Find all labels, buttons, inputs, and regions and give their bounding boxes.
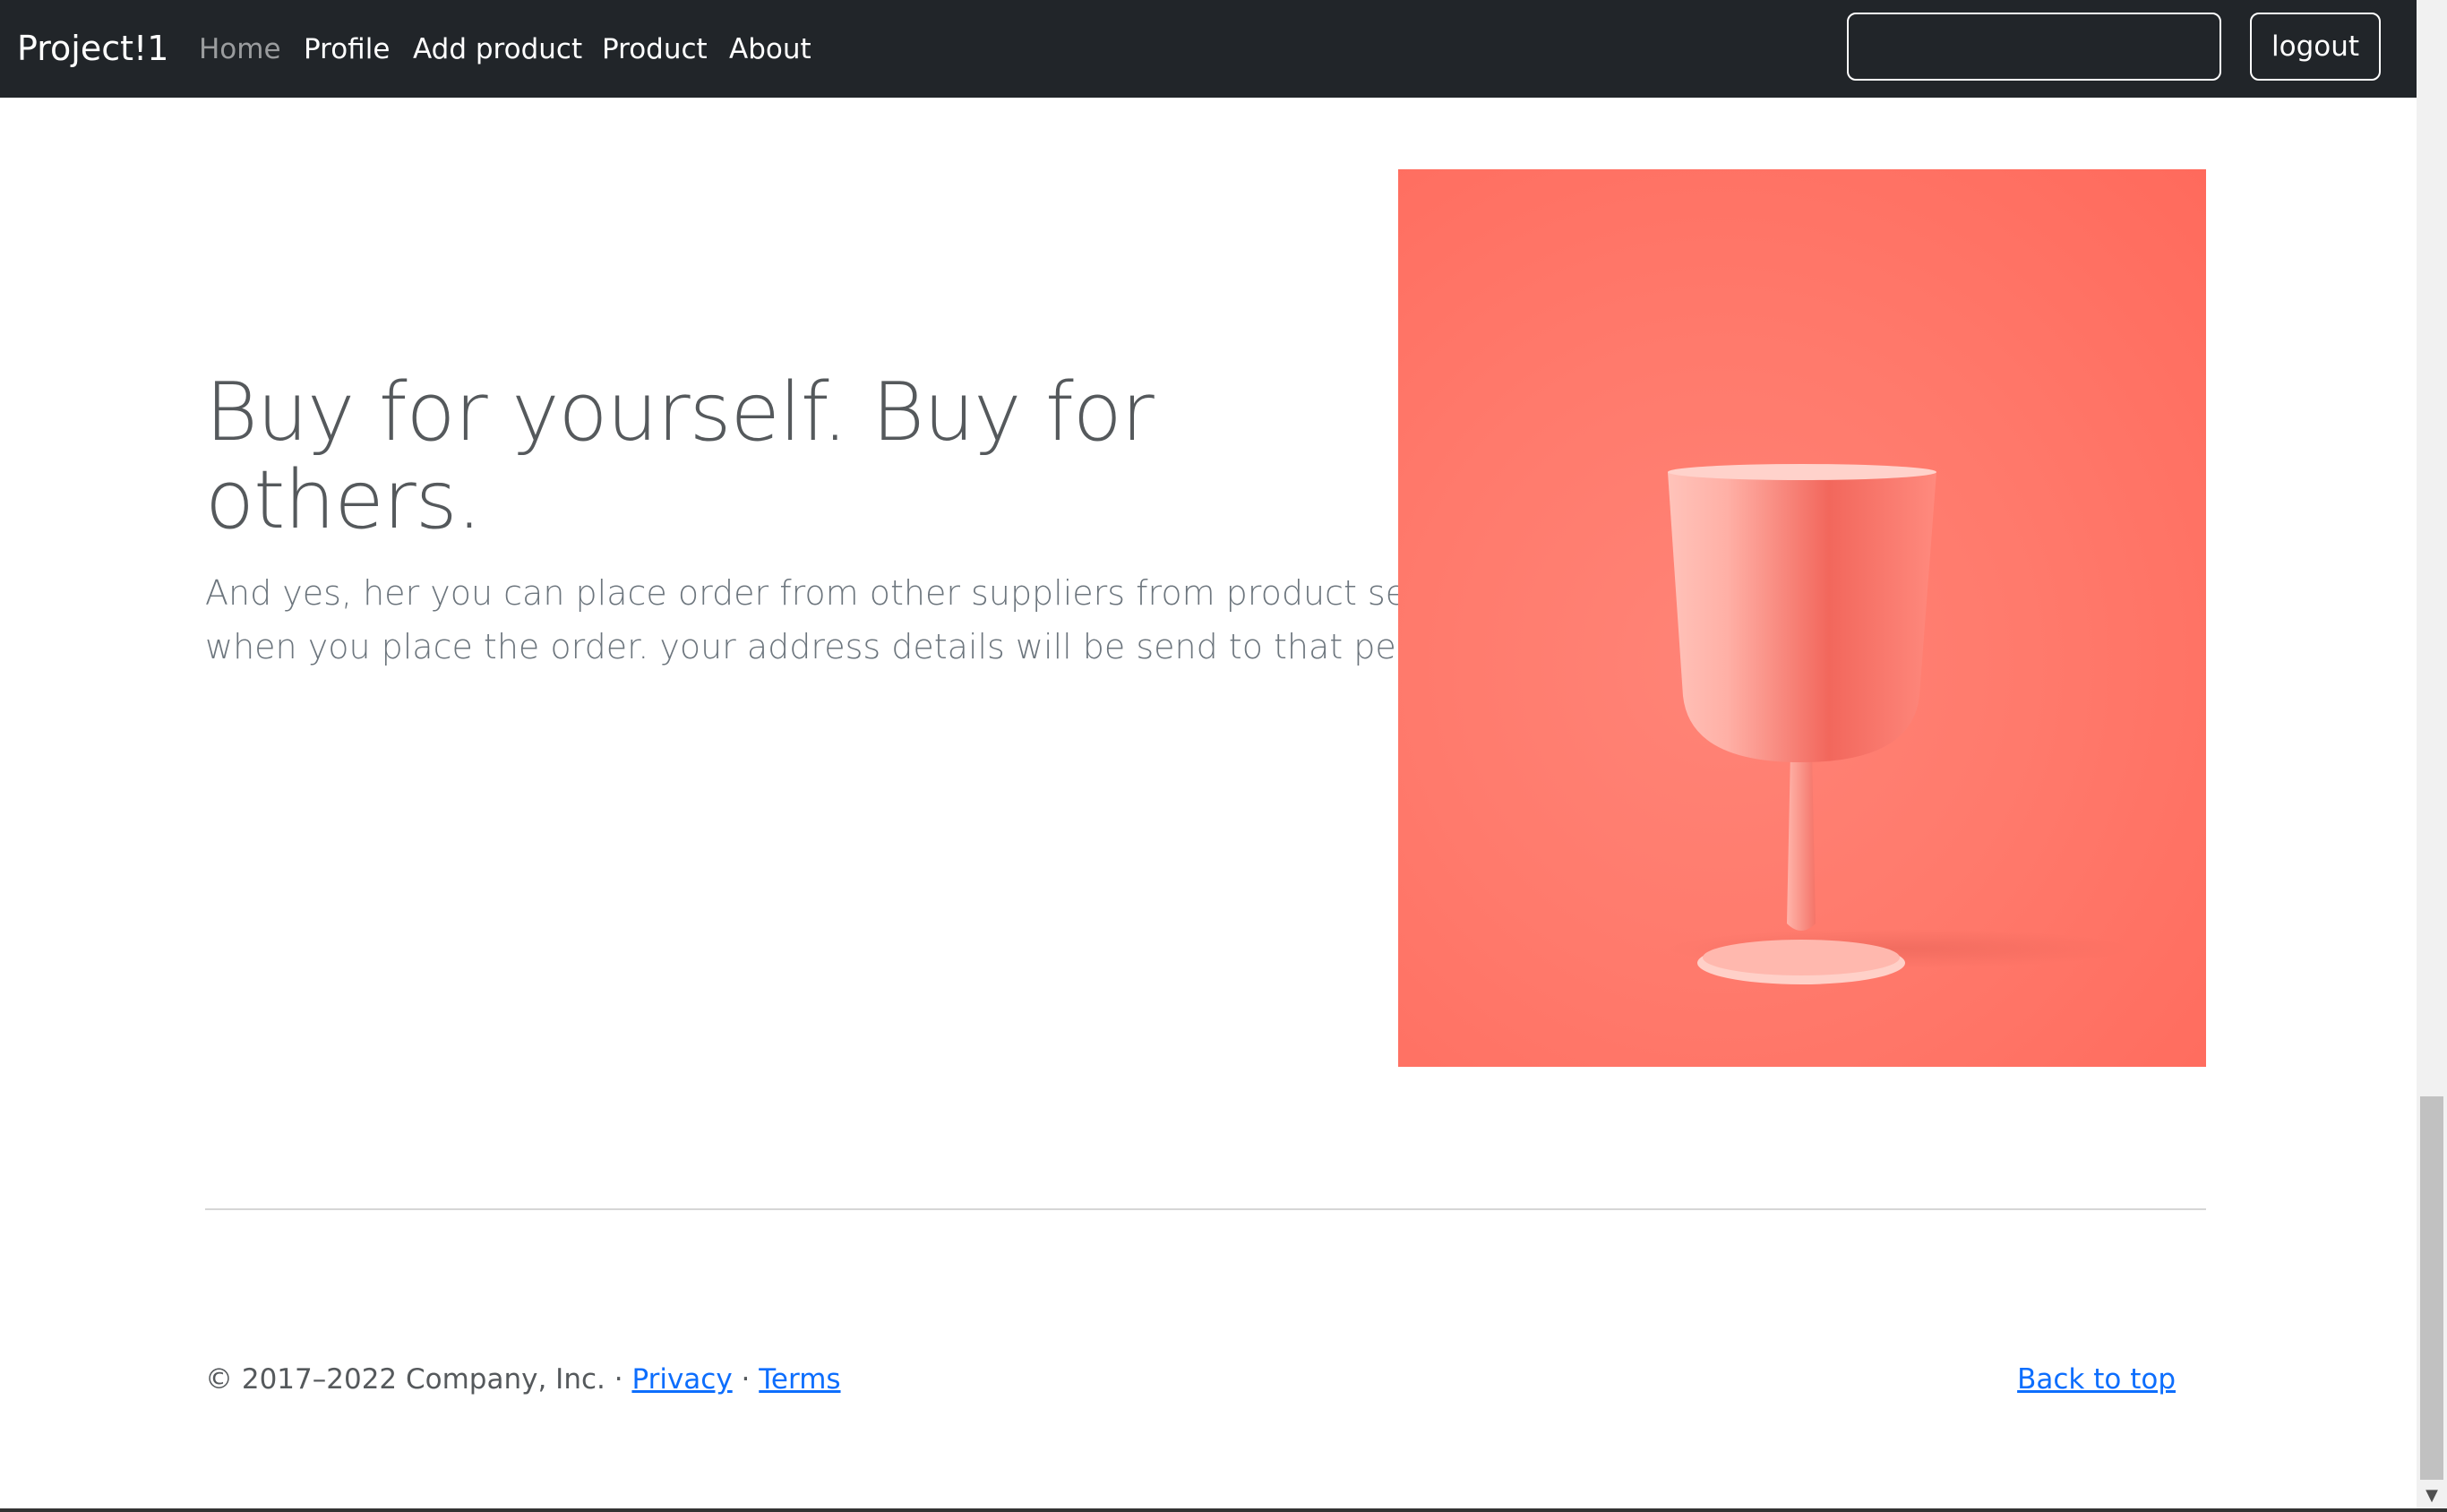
window-bottom-edge bbox=[0, 1508, 2447, 1512]
scroll-down-arrow-icon[interactable]: ▼ bbox=[2417, 1480, 2447, 1510]
privacy-link[interactable]: Privacy bbox=[631, 1363, 732, 1396]
navbar: Project!1 Home Profile Add product Produ… bbox=[0, 0, 2417, 98]
wine-glass-illustration bbox=[1667, 464, 2133, 984]
footer-copyright: © 2017–2022 Company, Inc. · Privacy · Te… bbox=[205, 1361, 841, 1398]
brand-logo[interactable]: Project!1 bbox=[17, 25, 168, 72]
nav-item-add-product[interactable]: Add product bbox=[413, 30, 582, 68]
nav-item-home[interactable]: Home bbox=[199, 30, 281, 68]
terms-link[interactable]: Terms bbox=[759, 1363, 840, 1396]
footer-divider bbox=[205, 1208, 2206, 1210]
page: Project!1 Home Profile Add product Produ… bbox=[0, 0, 2417, 1512]
feature-heading-line1: Buy for yourself. Buy for bbox=[205, 365, 1155, 460]
search-input[interactable] bbox=[1847, 13, 2221, 81]
copyright-text: © 2017–2022 Company, Inc. · bbox=[205, 1363, 632, 1396]
vertical-scrollbar[interactable]: ▼ bbox=[2417, 0, 2447, 1512]
feature-lead: And yes, her you can place order from ot… bbox=[205, 566, 1501, 674]
feature-lead-line2: when you place the order. your address d… bbox=[205, 627, 1481, 666]
footer-separator: · bbox=[732, 1363, 760, 1396]
back-to-top-link[interactable]: Back to top bbox=[2017, 1361, 2176, 1398]
nav-item-about[interactable]: About bbox=[729, 30, 811, 68]
logout-button[interactable]: logout bbox=[2250, 13, 2381, 81]
scrollbar-thumb[interactable] bbox=[2420, 1096, 2443, 1480]
feature-image-wine-glass bbox=[1398, 169, 2206, 1067]
feature-heading: Buy for yourself. Buy for others. bbox=[205, 369, 1361, 545]
nav-item-profile[interactable]: Profile bbox=[304, 30, 390, 68]
feature-lead-line1: And yes, her you can place order from ot… bbox=[205, 573, 1501, 613]
feature-heading-line2: others. bbox=[205, 453, 482, 547]
nav-item-product[interactable]: Product bbox=[602, 30, 708, 68]
